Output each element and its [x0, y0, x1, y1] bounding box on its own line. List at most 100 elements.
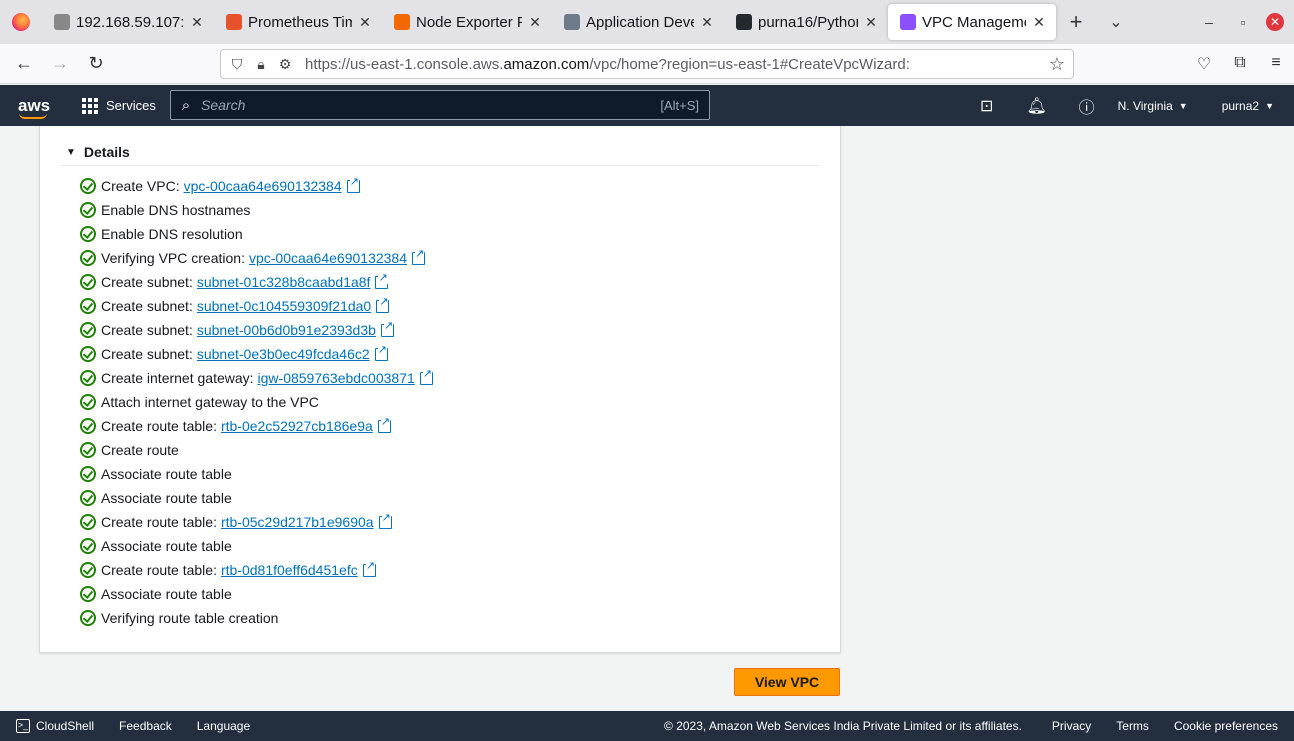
cloudshell-icon[interactable]: >_	[16, 719, 30, 733]
external-link-icon[interactable]	[376, 295, 390, 313]
resource-link[interactable]: subnet-0e3b0ec49fcda46c2	[197, 346, 370, 362]
external-link-icon[interactable]	[380, 319, 394, 337]
forward-icon[interactable]: →	[42, 53, 78, 74]
list-item: Create subnet: subnet-01c328b8caabd1a8f	[80, 270, 433, 294]
tab-favicon-icon	[226, 14, 242, 30]
account-menu[interactable]: purna2 ▼	[1222, 99, 1274, 113]
view-vpc-button[interactable]: View VPC	[734, 668, 840, 696]
resource-link[interactable]: subnet-00b6d0b91e2393d3b	[197, 322, 376, 338]
success-check-icon	[80, 418, 96, 434]
step-label: Create subnet:	[101, 322, 193, 338]
tab-close-icon[interactable]: ✕	[700, 14, 714, 31]
step-label: Associate route table	[101, 490, 232, 506]
browser-tab[interactable]: 192.168.59.107:3000 ✕	[42, 0, 214, 44]
list-item: Associate route table	[80, 582, 433, 606]
tab-favicon-icon	[736, 14, 752, 30]
step-label: Verifying route table creation	[101, 610, 279, 626]
external-link-icon[interactable]	[374, 343, 388, 361]
details-expander[interactable]: ▼ Details	[66, 144, 130, 160]
resource-link[interactable]: rtb-05c29d217b1e9690a	[221, 514, 374, 530]
step-label: Associate route table	[101, 466, 232, 482]
resource-link[interactable]: rtb-0d81f0eff6d451efc	[221, 562, 358, 578]
nav-toolbar-right: ♡ ⧉ ≡	[1186, 54, 1294, 74]
success-check-icon	[80, 178, 96, 194]
external-link-icon[interactable]	[346, 175, 360, 193]
search-icon: ⌕	[181, 96, 191, 114]
notifications-bell-icon[interactable]: 🔔︎	[1012, 96, 1062, 116]
tab-title: 192.168.59.107:3000	[76, 13, 184, 31]
step-label: Create subnet:	[101, 346, 193, 362]
tab-close-icon[interactable]: ✕	[358, 14, 372, 31]
new-tab-icon[interactable]: +	[1056, 9, 1096, 35]
browser-tab[interactable]: Node Exporter Fu ✕	[382, 0, 552, 44]
help-icon[interactable]: ⓘ	[1062, 94, 1112, 118]
resource-link[interactable]: subnet-01c328b8caabd1a8f	[197, 274, 371, 290]
privacy-link[interactable]: Privacy	[1052, 719, 1091, 733]
browser-tab[interactable]: VPC Managemen ✕	[888, 4, 1056, 40]
services-label: Services	[106, 98, 156, 113]
url-text[interactable]: https://us-east-1.console.aws.amazon.com…	[305, 56, 910, 73]
reload-icon[interactable]: ↻	[78, 53, 114, 74]
menu-icon[interactable]: ≡	[1258, 54, 1294, 74]
aws-logo[interactable]: aws	[18, 96, 52, 119]
restore-icon[interactable]: ▫	[1226, 14, 1260, 30]
tab-close-icon[interactable]: ✕	[528, 14, 542, 31]
url-bar[interactable]: ⛉ 🔒︎ ⚙ https://us-east-1.console.aws.ama…	[220, 49, 1074, 79]
language-link[interactable]: Language	[197, 719, 250, 733]
external-link-icon[interactable]	[412, 247, 425, 265]
resource-link[interactable]: rtb-0e2c52927cb186e9a	[221, 418, 373, 434]
window-close-icon[interactable]: ✕	[1266, 13, 1284, 31]
list-item: Create subnet: subnet-00b6d0b91e2393d3b	[80, 318, 433, 342]
browser-tab[interactable]: Prometheus Time ✕	[214, 0, 382, 44]
tab-close-icon[interactable]: ✕	[190, 14, 204, 31]
external-link-icon[interactable]	[375, 271, 389, 289]
success-check-icon	[80, 250, 96, 266]
step-label: Create internet gateway:	[101, 370, 254, 386]
lock-icon[interactable]: 🔒︎	[249, 56, 273, 73]
cookie-preferences-link[interactable]: Cookie preferences	[1174, 719, 1278, 733]
bookmark-star-icon[interactable]: ☆	[1049, 54, 1065, 75]
browser-tab[interactable]: purna16/Python- ✕	[724, 0, 888, 44]
aws-header-right: ⊡ 🔔︎ ⓘ N. Virginia ▼ purna2 ▼	[962, 85, 1294, 126]
minimize-icon[interactable]: –	[1192, 14, 1226, 30]
tab-close-icon[interactable]: ✕	[864, 14, 878, 31]
list-item: Associate route table	[80, 534, 433, 558]
external-link-icon[interactable]	[377, 415, 391, 433]
caret-down-icon: ▼	[66, 146, 76, 158]
search-input[interactable]: ⌕ Search [Alt+S]	[170, 90, 710, 120]
list-all-tabs-icon[interactable]: ⌄	[1096, 12, 1136, 32]
extensions-icon[interactable]: ⧉	[1222, 54, 1258, 74]
list-item: Create VPC: vpc-00caa64e690132384	[80, 174, 433, 198]
browser-tab[interactable]: Application Deve ✕	[552, 0, 724, 44]
pocket-icon[interactable]: ♡	[1186, 54, 1222, 74]
resource-link[interactable]: igw-0859763ebdc003871	[258, 370, 415, 386]
resource-link[interactable]: vpc-00caa64e690132384	[184, 178, 342, 194]
success-check-icon	[80, 610, 96, 626]
resource-link[interactable]: subnet-0c104559309f21da0	[197, 298, 371, 314]
success-check-icon	[80, 394, 96, 410]
details-heading: Details	[83, 144, 130, 160]
list-item: Create internet gateway: igw-0859763ebdc0…	[80, 366, 433, 390]
feedback-link[interactable]: Feedback	[119, 719, 172, 733]
back-icon[interactable]: ←	[6, 53, 42, 74]
step-label: Create route table:	[101, 562, 217, 578]
browser-nav-bar: ← → ↻ ⛉ 🔒︎ ⚙ https://us-east-1.console.a…	[0, 44, 1294, 84]
external-link-icon[interactable]	[378, 511, 392, 529]
resource-link[interactable]: vpc-00caa64e690132384	[249, 250, 407, 266]
list-item: Enable DNS hostnames	[80, 198, 433, 222]
firefox-icon[interactable]	[0, 0, 42, 44]
cloudshell-icon[interactable]: ⊡	[962, 96, 1012, 116]
search-placeholder: Search	[201, 97, 246, 113]
step-label: Create route	[101, 442, 179, 458]
permissions-icon[interactable]: ⚙	[273, 56, 297, 73]
external-link-icon[interactable]	[362, 559, 376, 577]
services-menu-button[interactable]: Services	[82, 97, 156, 114]
tab-close-icon[interactable]: ✕	[1032, 14, 1046, 31]
list-item: Verifying route table creation	[80, 606, 433, 630]
shield-icon[interactable]: ⛉	[225, 56, 249, 73]
region-selector[interactable]: N. Virginia ▼	[1118, 99, 1188, 113]
cloudshell-link[interactable]: CloudShell	[36, 719, 94, 733]
external-link-icon[interactable]	[419, 367, 433, 385]
terms-link[interactable]: Terms	[1116, 719, 1149, 733]
success-check-icon	[80, 490, 96, 506]
